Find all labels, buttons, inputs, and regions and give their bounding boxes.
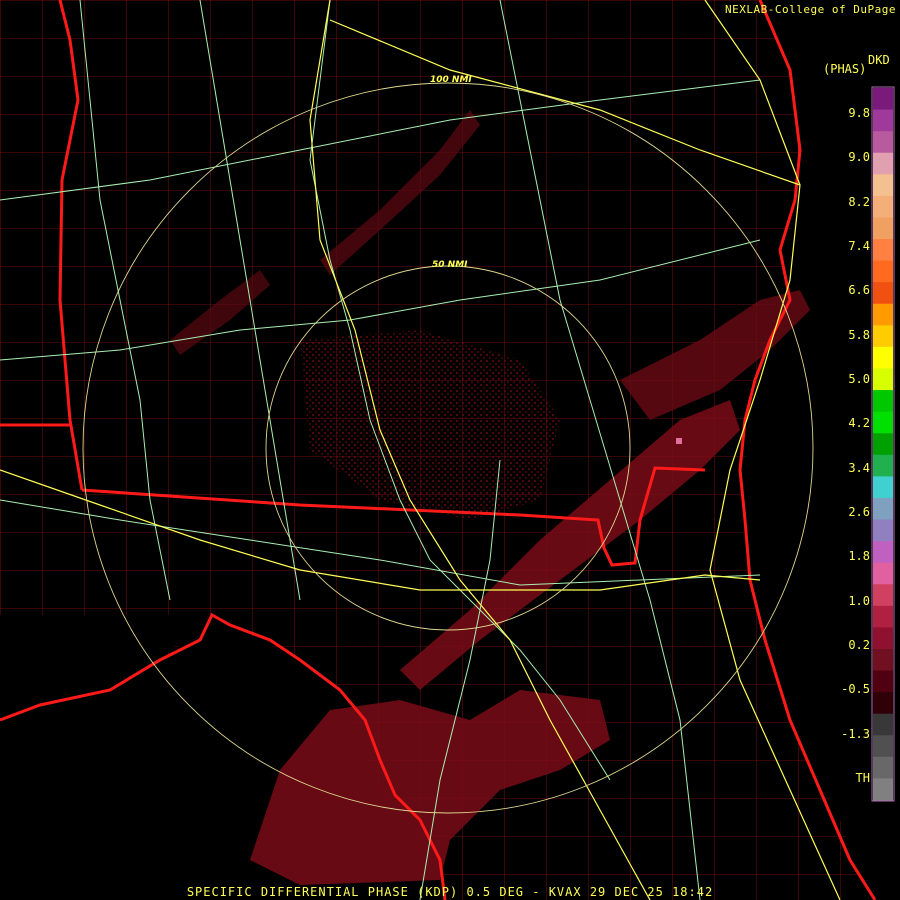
legend-swatch (873, 541, 893, 564)
legend-label: 7.4 (848, 239, 870, 253)
legend-label: 5.8 (848, 327, 870, 342)
legend-label: 9.0 (848, 150, 870, 165)
legend-swatch (873, 390, 893, 413)
credit-text: NEXLAB-College of DuPage (725, 3, 896, 16)
legend-swatch (873, 88, 893, 111)
legend-swatch (873, 152, 893, 175)
legend-swatch (873, 109, 893, 132)
legend-swatch (873, 174, 893, 197)
legend-swatch (873, 605, 893, 628)
legend-swatch (873, 368, 893, 391)
legend-swatch (873, 239, 893, 262)
legend-swatch (873, 670, 893, 693)
legend-label: 0.2 (848, 638, 870, 652)
echo-hotspot (676, 438, 682, 444)
legend-swatch (873, 648, 893, 672)
legend-swatch (873, 497, 893, 521)
legend-swatch (873, 260, 893, 283)
legend-swatch (873, 282, 893, 305)
legend-label: 1.8 (848, 549, 870, 564)
legend-label: 2.6 (848, 505, 870, 519)
legend-swatch (873, 476, 893, 499)
legend-label: -1.3 (841, 726, 870, 741)
legend-label: 5.0 (848, 372, 870, 386)
legend-swatch (873, 303, 893, 326)
legend-label: 4.2 (848, 416, 870, 431)
unit-sublabel: (PHAS) (823, 62, 867, 76)
color-legend-bar (871, 86, 895, 802)
legend-swatch (873, 131, 893, 154)
legend-swatch (873, 454, 893, 477)
legend-swatch (873, 627, 893, 650)
legend-label: 8.2 (848, 194, 870, 209)
range-ring-label-50: 50 NMI (432, 260, 468, 270)
legend-swatch (873, 195, 893, 218)
legend-swatch (873, 562, 893, 585)
range-ring-label-100: 100 NMI (430, 75, 472, 85)
legend-swatch (873, 411, 893, 434)
legend-label: -0.5 (841, 682, 870, 697)
legend-swatch (873, 735, 893, 758)
radar-map: 100 NMI 50 NMI (0, 0, 900, 900)
legend-label: 6.6 (848, 283, 870, 298)
legend-swatch (873, 756, 893, 779)
product-caption: SPECIFIC DIFFERENTIAL PHASE (KDP) 0.5 DE… (186, 885, 714, 899)
legend-swatch (873, 346, 893, 369)
legend-label: 3.4 (848, 460, 870, 475)
legend-swatch (873, 433, 893, 456)
legend-swatch (873, 217, 893, 240)
legend-swatch (873, 778, 893, 801)
unit-label: DKD (868, 53, 890, 67)
legend-swatch (873, 519, 893, 542)
legend-label: 9.8 (848, 106, 870, 120)
legend-label: 1.0 (848, 593, 870, 608)
legend-label: TH (855, 771, 870, 785)
legend-swatch (873, 692, 893, 715)
legend-swatch (873, 325, 893, 348)
legend-swatch (873, 584, 893, 607)
legend-swatch (873, 713, 893, 736)
